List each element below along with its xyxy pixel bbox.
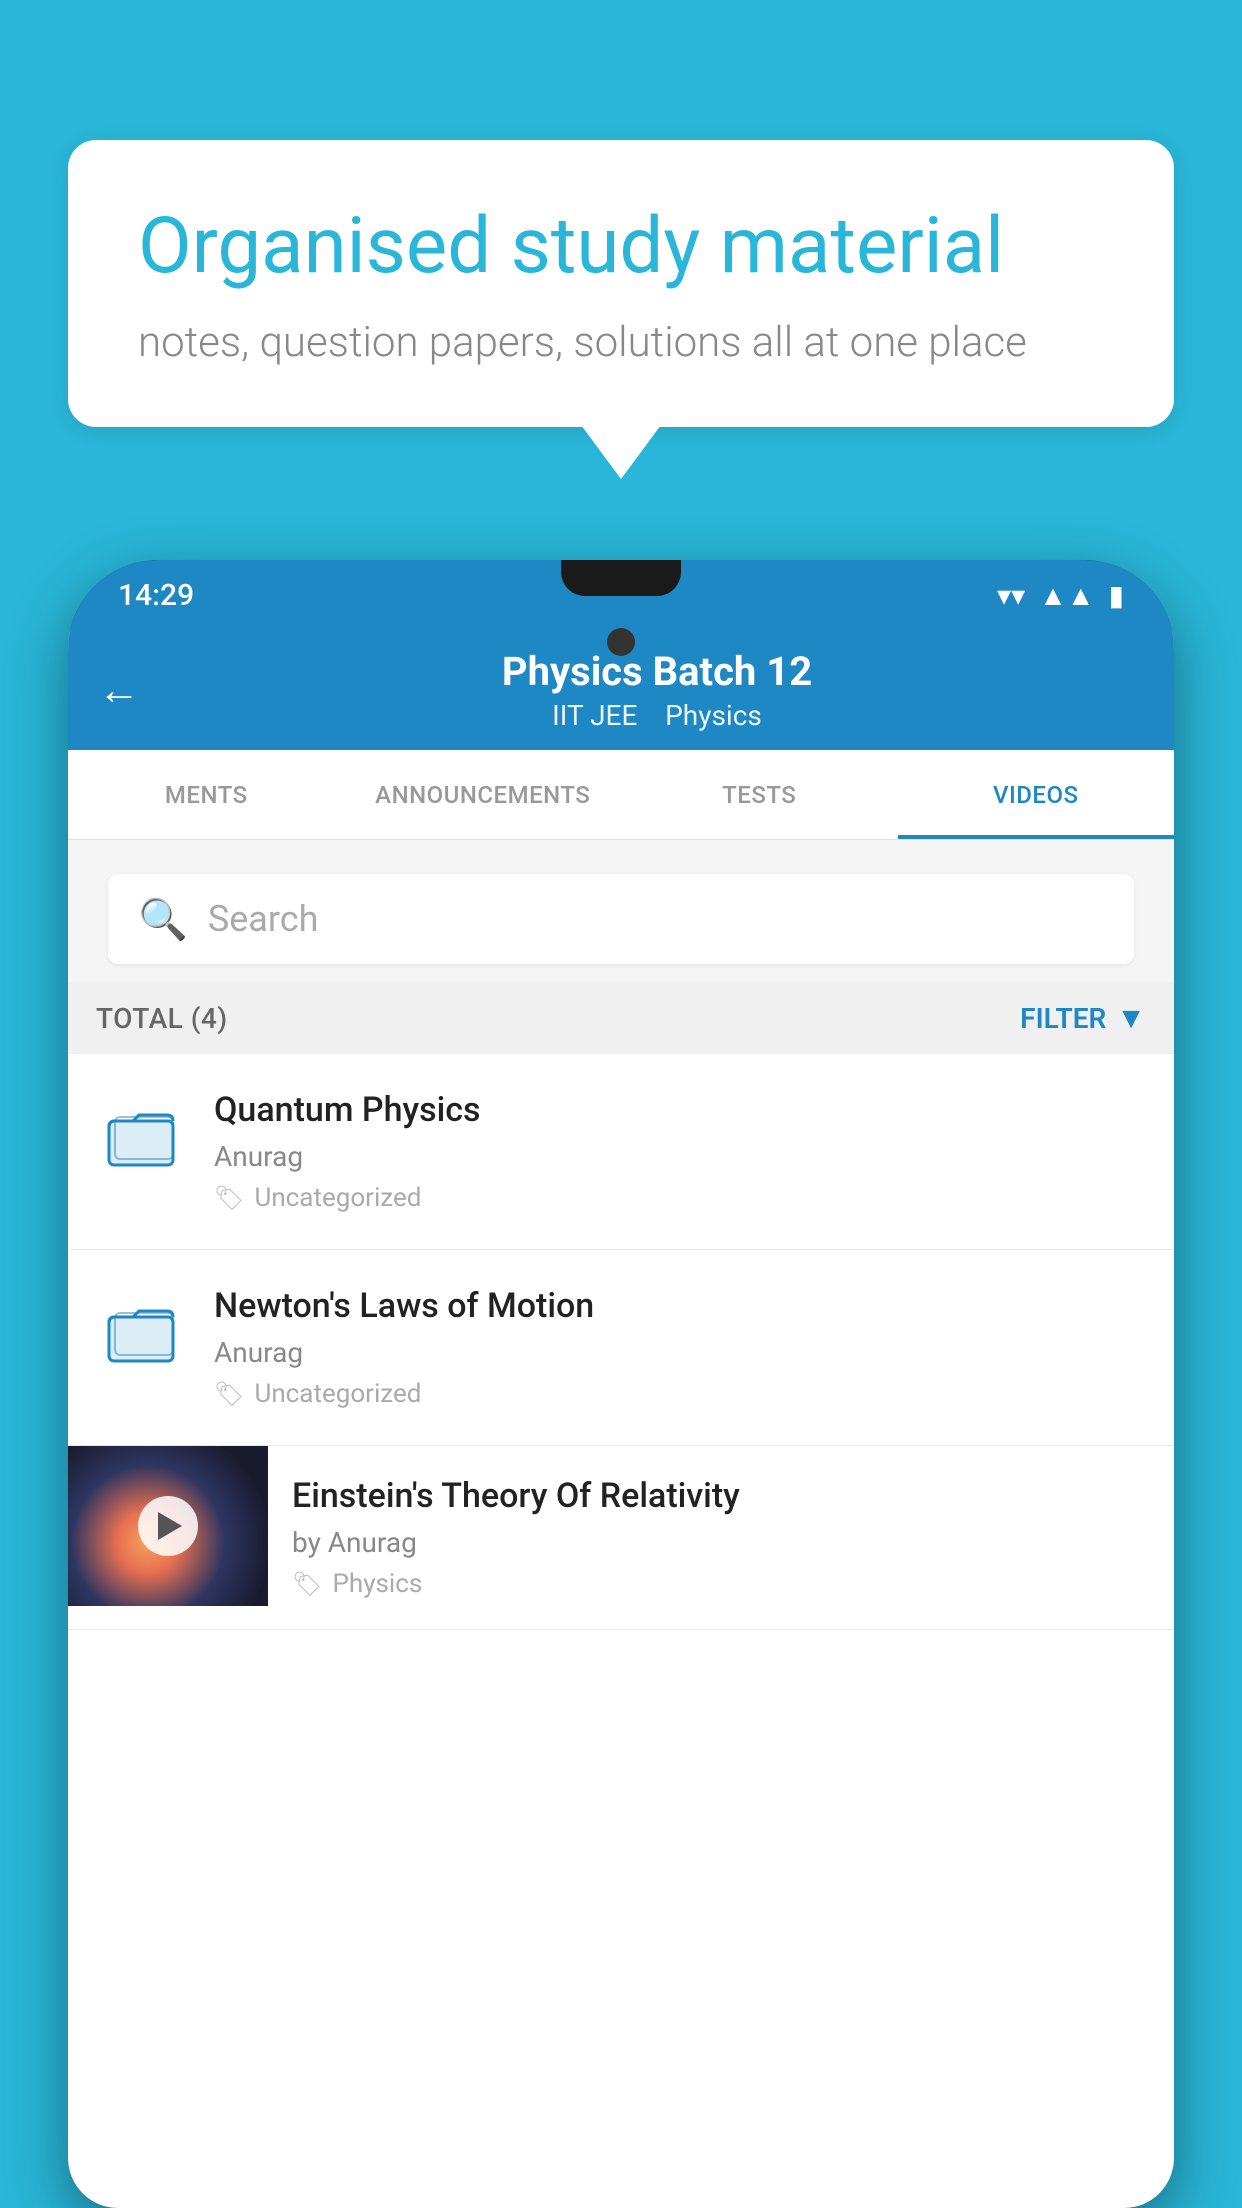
video-thumbnail xyxy=(68,1446,268,1606)
search-bar[interactable]: 🔍 Search xyxy=(108,874,1134,964)
item-tag: 🏷 Uncategorized xyxy=(214,1183,1146,1213)
media-info-einstein: Einstein's Theory Of Relativity by Anura… xyxy=(268,1446,1174,1629)
status-bar: 14:29 ▾▾ ▲▲ ▮ xyxy=(68,560,1174,630)
speech-bubble: Organised study material notes, question… xyxy=(68,140,1174,427)
battery-icon: ▮ xyxy=(1109,579,1124,612)
signal-icon: ▲▲ xyxy=(1039,579,1094,612)
item-tag: 🏷 Uncategorized xyxy=(214,1379,1146,1409)
item-info-newton: Newton's Laws of Motion Anurag 🏷 Uncateg… xyxy=(214,1286,1146,1409)
phone-screen: ← Physics Batch 12 IIT JEE Physics MENTS… xyxy=(68,630,1174,2208)
search-icon: 🔍 xyxy=(138,896,188,943)
item-title: Einstein's Theory Of Relativity xyxy=(292,1476,1150,1516)
tab-videos[interactable]: VIDEOS xyxy=(898,750,1175,839)
toolbar-subtitle: IIT JEE Physics xyxy=(170,699,1144,732)
tab-ments[interactable]: MENTS xyxy=(68,750,345,839)
video-list: Quantum Physics Anurag 🏷 Uncategorized xyxy=(68,1054,1174,1630)
item-author: by Anurag xyxy=(292,1526,1150,1559)
folder-icon-quantum xyxy=(96,1090,186,1180)
speech-bubble-container: Organised study material notes, question… xyxy=(68,140,1174,427)
subtitle-physics: Physics xyxy=(665,699,762,732)
toolbar-title-group: Physics Batch 12 IIT JEE Physics xyxy=(170,648,1144,732)
item-info-quantum: Quantum Physics Anurag 🏷 Uncategorized xyxy=(214,1090,1146,1213)
toolbar-title: Physics Batch 12 xyxy=(170,648,1144,695)
speech-bubble-heading: Organised study material xyxy=(138,200,1104,294)
play-button[interactable] xyxy=(138,1496,198,1556)
tabs-bar: MENTS ANNOUNCEMENTS TESTS VIDEOS xyxy=(68,750,1174,840)
filter-icon: ▼ xyxy=(1116,1001,1146,1036)
search-placeholder: Search xyxy=(208,898,319,940)
total-count: TOTAL (4) xyxy=(96,1002,228,1035)
item-title: Quantum Physics xyxy=(214,1090,1146,1130)
subtitle-iitjee: IIT JEE xyxy=(552,699,637,732)
tag-icon: 🏷 xyxy=(214,1380,244,1408)
status-time: 14:29 xyxy=(118,578,194,613)
tab-tests[interactable]: TESTS xyxy=(621,750,898,839)
wifi-icon: ▾▾ xyxy=(997,579,1025,612)
status-icons: ▾▾ ▲▲ ▮ xyxy=(997,579,1124,612)
list-item-media[interactable]: Einstein's Theory Of Relativity by Anura… xyxy=(68,1446,1174,1630)
camera-notch xyxy=(607,628,635,656)
item-author: Anurag xyxy=(214,1336,1146,1369)
play-icon xyxy=(158,1512,182,1540)
list-item[interactable]: Newton's Laws of Motion Anurag 🏷 Uncateg… xyxy=(68,1250,1174,1446)
speech-bubble-subtext: notes, question papers, solutions all at… xyxy=(138,318,1104,367)
filter-label: FILTER xyxy=(1020,1002,1106,1035)
tag-label: Uncategorized xyxy=(254,1183,421,1213)
back-button[interactable]: ← xyxy=(98,666,140,715)
folder-icon-newton xyxy=(96,1286,186,1376)
tag-icon: 🏷 xyxy=(214,1184,244,1212)
item-author: Anurag xyxy=(214,1140,1146,1173)
filter-bar: TOTAL (4) FILTER ▼ xyxy=(68,982,1174,1054)
tag-icon: 🏷 xyxy=(292,1570,322,1598)
item-tag: 🏷 Physics xyxy=(292,1569,1150,1599)
phone-frame: 14:29 ▾▾ ▲▲ ▮ ← Physics Batch 12 IIT JEE… xyxy=(68,560,1174,2208)
tag-label: Uncategorized xyxy=(254,1379,421,1409)
item-title: Newton's Laws of Motion xyxy=(214,1286,1146,1326)
filter-button[interactable]: FILTER ▼ xyxy=(1020,1001,1146,1036)
tab-announcements[interactable]: ANNOUNCEMENTS xyxy=(345,750,622,839)
list-item[interactable]: Quantum Physics Anurag 🏷 Uncategorized xyxy=(68,1054,1174,1250)
tag-label: Physics xyxy=(332,1569,422,1599)
